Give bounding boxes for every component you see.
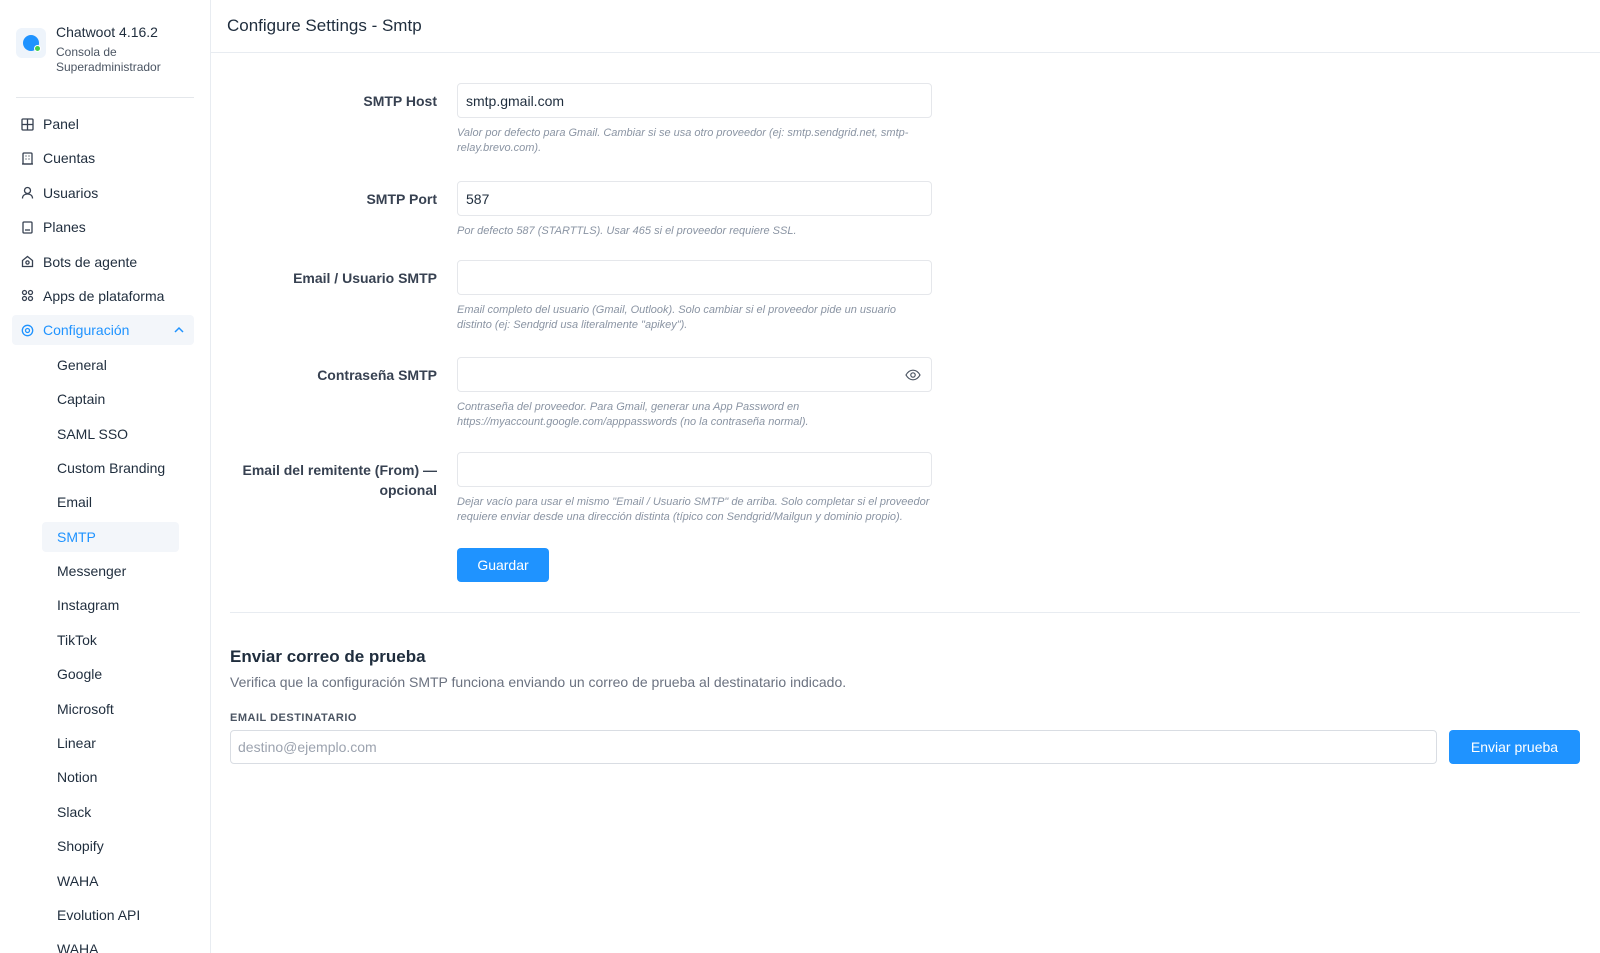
smtp-host-input[interactable]: smtp.gmail.com <box>457 83 932 118</box>
sidebar-item-label: Usuarios <box>43 184 99 201</box>
brand: Chatwoot 4.16.2 Consola de Superadminist… <box>0 0 210 97</box>
settings-item-shopify[interactable]: Shopify <box>42 831 179 861</box>
settings-item-smtp[interactable]: SMTP <box>42 521 179 552</box>
sidebar-item-label: Configuración <box>43 322 130 339</box>
sidebar-nav: Panel Cuentas Usuarios Planes Bots de ag… <box>0 98 210 953</box>
smtp-from-input[interactable] <box>457 452 932 487</box>
chevron-up-icon[interactable] <box>174 325 184 336</box>
settings-item-google[interactable]: Google <box>42 659 179 689</box>
smtp-host-row: SMTP Host smtp.gmail.com Valor por defec… <box>230 83 1580 156</box>
smtp-user-help: Email completo del usuario (Gmail, Outlo… <box>457 304 896 331</box>
test-email-title: Enviar correo de prueba <box>230 647 426 666</box>
smtp-user-row: Email / Usuario SMTP Email completo del … <box>230 260 1580 333</box>
settings-item-waha[interactable]: WAHA <box>42 866 179 896</box>
settings-item-general[interactable]: General <box>42 350 179 380</box>
test-email-row: destino@ejemplo.com Enviar prueba <box>230 730 1580 764</box>
recipient-email-input[interactable]: destino@ejemplo.com <box>230 730 1437 764</box>
save-button-wrap: Guardar <box>457 548 549 582</box>
gear-icon <box>20 323 34 337</box>
sidebar-item-cuentas[interactable]: Cuentas <box>12 143 194 173</box>
smtp-password-input[interactable] <box>457 357 932 392</box>
sidebar-item-label: Apps de plataforma <box>43 287 165 304</box>
app-root: Chatwoot 4.16.2 Consola de Superadminist… <box>0 0 1600 953</box>
smtp-password-help: Contraseña del proveedor. Para Gmail, ge… <box>457 401 809 428</box>
chatwoot-logo-icon <box>16 28 46 58</box>
settings-item-slack[interactable]: Slack <box>42 797 179 827</box>
sidebar-item-label: Panel <box>43 116 79 132</box>
settings-item-instagram[interactable]: Instagram <box>42 590 179 620</box>
sidebar-item-panel[interactable]: Panel <box>12 109 194 139</box>
settings-content: SMTP Host smtp.gmail.com Valor por defec… <box>211 83 1600 764</box>
sidebar-item-label: Cuentas <box>43 150 96 167</box>
user-icon <box>20 186 34 200</box>
smtp-from-field: Dejar vacío para usar el mismo "Email / … <box>457 452 932 525</box>
brand-title: Chatwoot 4.16.2 <box>56 24 158 40</box>
settings-item-microsoft[interactable]: Microsoft <box>42 694 179 724</box>
settings-item-captain[interactable]: Captain <box>42 384 179 414</box>
brand-text: Chatwoot 4.16.2 Consola de Superadminist… <box>56 22 176 75</box>
save-row-spacer <box>230 548 437 582</box>
page-title: Configure Settings - Smtp <box>227 16 422 35</box>
test-email-section: Enviar correo de prueba Verifica que la … <box>230 647 1580 764</box>
recipient-email-label: EMAIL DESTINATARIO <box>230 712 357 724</box>
sidebar-item-label: Planes <box>43 219 86 236</box>
settings-item-evolution-api[interactable]: Evolution API <box>42 900 179 930</box>
settings-item-notion[interactable]: Notion <box>42 762 179 792</box>
grid-icon <box>20 117 34 131</box>
settings-item-saml-sso[interactable]: SAML SSO <box>42 419 179 449</box>
smtp-user-input[interactable] <box>457 260 932 295</box>
settings-item-messenger[interactable]: Messenger <box>42 556 179 586</box>
sidebar-item-apps[interactable]: Apps de plataforma <box>12 281 194 311</box>
building-icon <box>20 151 34 165</box>
bot-icon <box>20 255 34 269</box>
smtp-password-field: Contraseña del proveedor. Para Gmail, ge… <box>457 357 932 430</box>
smtp-port-field: 587 Por defecto 587 (STARTTLS). Usar 465… <box>457 181 932 239</box>
send-test-button[interactable]: Enviar prueba <box>1449 730 1580 764</box>
test-email-description: Verifica que la configuración SMTP funci… <box>230 674 847 690</box>
section-divider <box>230 612 1580 613</box>
sidebar: Chatwoot 4.16.2 Consola de Superadminist… <box>0 0 211 953</box>
smtp-port-input[interactable]: 587 <box>457 181 932 216</box>
smtp-host-field: smtp.gmail.com Valor por defecto para Gm… <box>457 83 932 156</box>
settings-item-waha-2[interactable]: WAHA <box>42 934 179 953</box>
smtp-port-help: Por defecto 587 (STARTTLS). Usar 465 si … <box>457 225 797 237</box>
receipt-icon <box>20 220 34 234</box>
smtp-from-row: Email del remitente (From) — opcional De… <box>230 452 1580 525</box>
save-button[interactable]: Guardar <box>457 548 549 582</box>
settings-item-email[interactable]: Email <box>42 487 179 517</box>
smtp-user-label: Email / Usuario SMTP <box>293 270 437 286</box>
smtp-port-label: SMTP Port <box>366 191 437 207</box>
settings-item-linear[interactable]: Linear <box>42 728 179 758</box>
sidebar-item-usuarios[interactable]: Usuarios <box>12 178 194 208</box>
apps-icon <box>20 289 34 303</box>
sidebar-item-label: Bots de agente <box>43 253 138 270</box>
smtp-password-label: Contraseña SMTP <box>317 367 437 383</box>
page-header: Configure Settings - Smtp <box>211 0 1600 53</box>
smtp-user-field: Email completo del usuario (Gmail, Outlo… <box>457 260 932 333</box>
sidebar-item-bots[interactable]: Bots de agente <box>12 247 194 277</box>
eye-icon[interactable] <box>905 368 921 382</box>
save-row: Guardar <box>230 548 1580 582</box>
brand-subtitle: Consola de Superadministrador <box>56 45 161 74</box>
sidebar-item-planes[interactable]: Planes <box>12 212 194 242</box>
settings-item-custom-branding[interactable]: Custom Branding <box>42 453 179 483</box>
smtp-from-help: Dejar vacío para usar el mismo "Email / … <box>457 496 930 523</box>
smtp-password-row: Contraseña SMTP Contraseña del proveedor… <box>230 357 1580 430</box>
smtp-port-row: SMTP Port 587 Por defecto 587 (STARTTLS)… <box>230 181 1580 239</box>
smtp-from-label: Email del remitente (From) — opcional <box>242 462 437 498</box>
smtp-host-label: SMTP Host <box>363 93 437 109</box>
smtp-host-help: Valor por defecto para Gmail. Cambiar si… <box>457 127 909 154</box>
settings-item-tiktok[interactable]: TikTok <box>42 625 179 655</box>
sidebar-item-configuracion[interactable]: Configuración <box>12 315 194 346</box>
online-indicator <box>34 45 41 52</box>
main-content: Configure Settings - Smtp SMTP Host smtp… <box>211 0 1600 953</box>
